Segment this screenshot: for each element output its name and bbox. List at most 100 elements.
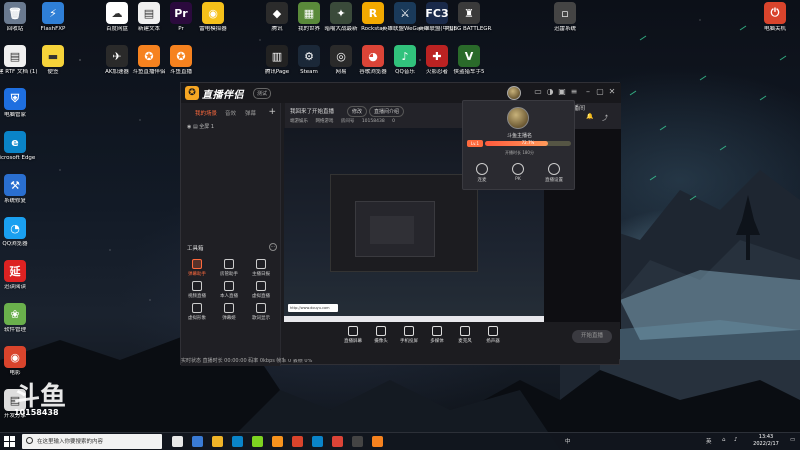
taskbar-app-icon[interactable] bbox=[372, 436, 383, 447]
notification-icon[interactable]: ▭ bbox=[790, 437, 795, 443]
desktop-icon[interactable]: ✪ 斗鱼直播 bbox=[158, 45, 204, 76]
tool-icon bbox=[224, 259, 234, 269]
taskbar-app-icon[interactable] bbox=[212, 436, 223, 447]
message-icon[interactable]: ▭ bbox=[533, 87, 543, 97]
tab-danmaku[interactable]: 弹幕 bbox=[245, 109, 256, 117]
network-icon[interactable]: ⌂ bbox=[722, 437, 726, 443]
desktop-icon[interactable]: ▫ 迅雷系统 bbox=[542, 2, 588, 33]
toolbox-item[interactable]: 弹幕助手 bbox=[185, 259, 209, 277]
taskbar-app-icon[interactable] bbox=[172, 436, 183, 447]
taskbar-app-icon[interactable] bbox=[192, 436, 203, 447]
taskbar-app-icon[interactable] bbox=[252, 436, 263, 447]
desktop-app-icon: ✪ bbox=[138, 45, 160, 67]
popup-action-button[interactable]: 直播设置 bbox=[539, 163, 569, 183]
source-icon bbox=[460, 326, 470, 336]
toolbox-item[interactable]: 虚拟形象 bbox=[185, 303, 209, 321]
room-category[interactable]: 端游娱乐 bbox=[290, 119, 308, 124]
desktop-app-icon: ▦ bbox=[298, 2, 320, 24]
edit-title-button[interactable]: 修改 bbox=[347, 106, 368, 117]
desktop-icon[interactable]: ◔ QQ浏览器 bbox=[0, 217, 38, 248]
toolbox-item[interactable]: 本人直播 bbox=[217, 281, 241, 299]
taskbar-clock[interactable]: 13:43 2022/2/17 bbox=[748, 434, 784, 448]
desktop-icon-label: 雷电模拟器 bbox=[199, 26, 227, 32]
taskbar-app-icon[interactable] bbox=[332, 436, 343, 447]
windows-start-icon[interactable] bbox=[4, 436, 15, 447]
tray-lang[interactable]: 中 bbox=[565, 437, 571, 445]
close-icon[interactable]: ✕ bbox=[607, 87, 617, 97]
desktop-icon[interactable]: 延迅读阅读 bbox=[0, 260, 38, 291]
desktop-app-icon: ⚡ bbox=[42, 2, 64, 24]
taskbar-app-icon[interactable] bbox=[292, 436, 303, 447]
add-scene-icon[interactable]: + bbox=[268, 107, 276, 117]
desktop-app-icon: ♜ bbox=[458, 2, 480, 24]
popup-action-label: PK bbox=[515, 177, 521, 182]
tab-my-scenes[interactable]: 我的场景 bbox=[195, 109, 217, 117]
toolbox-item[interactable]: 房管助手 bbox=[217, 259, 241, 277]
capture-url-bar: http://www.douyu.com bbox=[288, 304, 338, 312]
taskbar-app-icon[interactable] bbox=[352, 436, 363, 447]
desktop-app-icon: ▤ bbox=[138, 2, 160, 24]
desktop-icon[interactable]: e Microsoft Edge bbox=[0, 131, 38, 162]
scene-item[interactable]: ◉ ▤ 全屏 1 bbox=[187, 123, 214, 130]
toolbox-item[interactable]: 弹幕姬 bbox=[217, 303, 241, 321]
minimize-icon[interactable]: – bbox=[583, 87, 593, 97]
source-button[interactable]: 麦克风 bbox=[450, 326, 480, 344]
source-button[interactable]: 多媒体 bbox=[422, 326, 452, 344]
toolbox-more-icon[interactable]: ⋯ bbox=[269, 243, 277, 251]
desktop-icon[interactable]: ⛨ 电脑管家 bbox=[0, 88, 38, 119]
source-button[interactable]: 直播屏幕 bbox=[338, 326, 368, 344]
source-button[interactable]: 摄像头 bbox=[366, 326, 396, 344]
volume-icon[interactable]: ♪ bbox=[734, 437, 738, 443]
toolbox-item[interactable]: 视频直播 bbox=[185, 281, 209, 299]
popup-action-icon bbox=[476, 163, 488, 175]
room-intro-button[interactable]: 直播间介绍 bbox=[369, 106, 405, 117]
toolbox-item[interactable]: 虚拟直播 bbox=[249, 281, 273, 299]
desktop-icon[interactable]: ❀ 软件管理 bbox=[0, 303, 38, 334]
share-icon[interactable]: ⤴ bbox=[602, 113, 608, 122]
tool-label: 虚拟直播 bbox=[252, 294, 270, 299]
room-title[interactable]: 我回来了开始直播 bbox=[290, 107, 334, 115]
desktop-icon[interactable]: ◉ 电影 bbox=[0, 346, 38, 377]
menu-icon[interactable]: ≡ bbox=[569, 87, 579, 97]
source-icon bbox=[404, 326, 414, 336]
desktop-icon[interactable]: ▬ 便签 bbox=[30, 45, 76, 76]
desktop-icon[interactable]: ♜ PUBG BATTLEGR... bbox=[446, 2, 492, 33]
desktop-icon[interactable]: ◉ 雷电模拟器 bbox=[190, 2, 236, 33]
popup-action-button[interactable]: PK bbox=[503, 163, 533, 182]
taskbar-search[interactable]: 在这里输入你要搜索的内容 bbox=[22, 434, 162, 449]
desktop-app-icon: ◎ bbox=[330, 45, 352, 67]
desktop-icon-label: 迅雷系统 bbox=[553, 26, 576, 32]
desktop-icon[interactable]: ⚒ 系统修复 bbox=[0, 174, 38, 205]
douyu-watermark: 斗鱼 10158438 bbox=[14, 384, 66, 417]
desktop-icon[interactable]: ⏻ 电脑关机 bbox=[752, 2, 798, 33]
room-subcategory[interactable]: 网络游戏 bbox=[315, 119, 333, 124]
desktop-icon[interactable]: V 侠盗猎车手5 bbox=[446, 45, 492, 76]
maximize-icon[interactable]: ▢ bbox=[595, 87, 605, 97]
gift-icon[interactable]: ▣ bbox=[557, 87, 567, 97]
toolbox-item[interactable]: 主播日报 bbox=[249, 259, 273, 277]
desktop-app-icon: ▬ bbox=[42, 45, 64, 67]
taskbar-app-icon[interactable] bbox=[312, 436, 323, 447]
desktop-icon-label: 电影 bbox=[9, 370, 21, 376]
taskbar-app-icon[interactable] bbox=[272, 436, 283, 447]
start-live-button[interactable]: 开始直播 bbox=[572, 330, 612, 343]
bell-icon[interactable]: 🔔 bbox=[586, 113, 593, 120]
clock-time: 13:43 bbox=[758, 434, 774, 440]
source-button[interactable]: 扬声器 bbox=[478, 326, 508, 344]
popup-avatar[interactable] bbox=[507, 107, 529, 129]
toolbox-item[interactable]: 歌词显示 bbox=[249, 303, 273, 321]
source-button[interactable]: 手机投屏 bbox=[394, 326, 424, 344]
tool-label: 主播日报 bbox=[252, 272, 270, 277]
desktop-icon[interactable]: ⚡ FlashFXP bbox=[30, 2, 76, 33]
desktop-app-icon: ♪ bbox=[394, 45, 416, 67]
popup-action-button[interactable]: 连麦 bbox=[467, 163, 497, 183]
skin-icon[interactable]: ◑ bbox=[545, 87, 555, 97]
ime-icon[interactable]: 英 bbox=[706, 437, 712, 445]
popup-action-label: 连麦 bbox=[477, 178, 487, 183]
desktop-app-icon: ⚙ bbox=[298, 45, 320, 67]
tab-sound[interactable]: 音效 bbox=[225, 109, 236, 117]
tool-label: 房管助手 bbox=[220, 272, 238, 277]
version-badge[interactable]: 测试 bbox=[253, 88, 272, 99]
avatar[interactable] bbox=[507, 86, 521, 100]
taskbar-app-icon[interactable] bbox=[232, 436, 243, 447]
